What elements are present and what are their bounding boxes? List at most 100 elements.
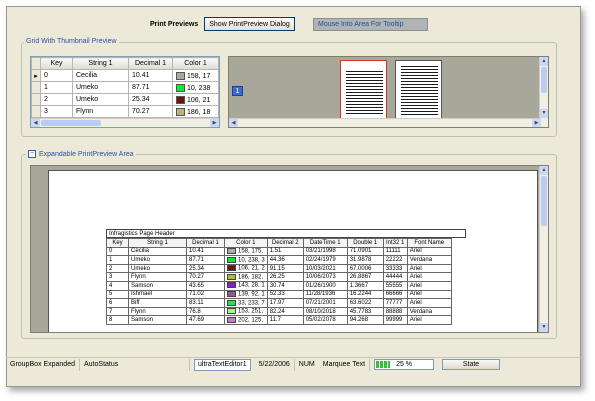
cell: 08/10/2018	[302, 306, 348, 317]
cell: 10, 238, 3	[224, 255, 268, 265]
color-swatch	[227, 248, 236, 255]
scroll-right-icon[interactable]: ▶	[532, 119, 541, 127]
state-button[interactable]: State	[442, 359, 501, 370]
thumbnail-page-1[interactable]	[340, 60, 387, 120]
status-text-editor[interactable]: ultraTextEditor1	[194, 358, 251, 371]
cell: Ariel	[406, 298, 452, 308]
cell-color1[interactable]: 106, 21	[172, 93, 219, 106]
table-row[interactable]: 3 Flynn 70.27 186, 18	[31, 105, 219, 118]
row-selector[interactable]	[31, 81, 41, 94]
cell: 158, 175,	[224, 246, 268, 257]
table-row[interactable]: 1 Umeko 87.71 10, 238	[31, 81, 219, 94]
cell-color1-text: 186, 18	[187, 108, 211, 116]
cell-color1-text: 158, 17	[187, 72, 211, 80]
cell-color1[interactable]: 158, 17	[172, 69, 219, 82]
cell-key[interactable]: 3	[40, 105, 73, 118]
column-header-color1[interactable]: Color 1	[172, 57, 219, 70]
cell: 25.34	[186, 263, 225, 274]
cell-text: 143, 28, 1	[238, 283, 265, 290]
cell: 83.11	[186, 298, 225, 308]
scroll-right-icon[interactable]: ▶	[210, 119, 219, 127]
cell-string1[interactable]: Flynn	[72, 105, 129, 118]
scroll-left-icon[interactable]: ◀	[31, 119, 40, 127]
grid-horizontal-scrollbar[interactable]: ◀ ▶	[31, 118, 219, 127]
page-number-badge[interactable]: 1	[232, 86, 243, 96]
preview-table: Key String 1 Decimal 1 Color 1 Decimal 2…	[106, 238, 452, 325]
cell: Verdana	[406, 306, 452, 317]
scroll-down-icon[interactable]: ▼	[540, 323, 548, 332]
color-swatch	[227, 291, 236, 298]
cell: 139, 92, 1	[224, 289, 268, 300]
table-row[interactable]: ▸ 0 Cecilia 10.41 158, 17	[31, 69, 219, 82]
cell-decimal1[interactable]: 87.71	[128, 81, 173, 94]
expandable-header[interactable]: − Expandable PrintPreview Area	[26, 150, 136, 158]
data-grid[interactable]: Key String 1 Decimal 1 Color 1 ▸ 0 Cecil…	[30, 56, 220, 128]
thumbnail-preview-area[interactable]: 1 ▲ ▼ ◀ ▶	[228, 56, 549, 128]
cell-key[interactable]: 1	[40, 81, 73, 94]
cell: 11111	[382, 246, 408, 257]
scroll-left-icon[interactable]: ◀	[229, 119, 238, 127]
cell-color1[interactable]: 10, 238	[172, 81, 219, 94]
cell: 1.3667	[346, 280, 384, 291]
cell: 44444	[382, 272, 408, 282]
cell: 52.33	[266, 289, 304, 300]
cell: 8	[106, 315, 129, 325]
scroll-up-icon[interactable]: ▲	[540, 57, 548, 66]
preview-vertical-scrollbar[interactable]: ▲ ▼	[539, 166, 548, 332]
column-header-string1[interactable]: String 1	[72, 57, 129, 70]
cell-key[interactable]: 2	[40, 93, 73, 106]
cell-key[interactable]: 0	[40, 69, 73, 82]
cell: 153, 251,	[224, 306, 268, 317]
color-swatch	[176, 83, 185, 92]
cell: 0	[106, 246, 129, 257]
cell: Flynn	[128, 272, 187, 282]
print-preview-area[interactable]: Infragistics Page Header Key String 1 De…	[30, 165, 549, 333]
scroll-thumb[interactable]	[541, 176, 547, 226]
scroll-up-icon[interactable]: ▲	[540, 166, 548, 175]
cell: 3	[106, 272, 129, 282]
cell-string1[interactable]: Umeko	[72, 93, 129, 106]
cell-string1[interactable]: Umeko	[72, 81, 129, 94]
cell-decimal1[interactable]: 70.27	[128, 105, 173, 118]
show-printpreview-dialog-button[interactable]: Show PrintPreview Dialog	[204, 17, 295, 31]
row-selector-header	[31, 57, 41, 70]
cell: Ishmael	[128, 289, 187, 300]
cell: 33333	[382, 263, 408, 274]
cell: 10/06/2073	[302, 272, 348, 282]
cell-decimal1[interactable]: 10.41	[128, 69, 173, 82]
row-selector[interactable]	[31, 105, 41, 118]
cell-string1[interactable]: Cecilia	[72, 69, 129, 82]
cell-color1-text: 106, 21	[187, 96, 211, 104]
cell-text: 186, 182,	[238, 274, 264, 281]
cell: 76.8	[186, 306, 225, 317]
table-row[interactable]: 2 Umeko 25.34 106, 21	[31, 93, 219, 106]
cell: Flynn	[128, 306, 187, 317]
tooltip-area[interactable]: Mouse Into Area For Tooltip	[313, 18, 428, 31]
cell: 66666	[382, 289, 408, 300]
cell-color1[interactable]: 186, 18	[172, 105, 219, 118]
cell: 11/28/1936	[302, 289, 348, 300]
row-selector[interactable]	[31, 93, 41, 106]
table-row: 0 Cecilia 10.41 158, 175, 1.51 03/21/199…	[106, 246, 452, 257]
cell: Verdana	[406, 255, 452, 265]
thumbnail-page-2[interactable]	[395, 60, 442, 120]
thumbnail-horizontal-scrollbar[interactable]: ◀ ▶	[229, 118, 541, 127]
groupbox-status: GroupBox Expanded	[6, 358, 80, 371]
cell: Ariel	[406, 263, 452, 274]
scroll-thumb[interactable]	[541, 67, 547, 93]
column-header-key[interactable]: Key	[40, 57, 73, 70]
cell: 17.97	[266, 298, 304, 308]
table-row: 6 Biff 83.11 33, 233, 7 17.97 07/21/2001…	[106, 298, 452, 308]
scroll-down-icon[interactable]: ▼	[540, 109, 548, 118]
color-swatch	[176, 71, 185, 80]
collapse-icon[interactable]: −	[28, 150, 36, 158]
thumbnail-vertical-scrollbar[interactable]: ▲ ▼	[539, 57, 548, 127]
scroll-thumb[interactable]	[41, 120, 101, 126]
status-progress-bar: 25 %	[374, 359, 435, 370]
column-header-decimal1[interactable]: Decimal 1	[128, 57, 173, 70]
print-previews-label: Print Previews	[150, 20, 199, 28]
cell: 186, 182,	[224, 272, 268, 282]
progress-percent: 25 %	[396, 361, 413, 368]
cell: 63.6022	[346, 298, 384, 308]
cell-decimal1[interactable]: 25.34	[128, 93, 173, 106]
